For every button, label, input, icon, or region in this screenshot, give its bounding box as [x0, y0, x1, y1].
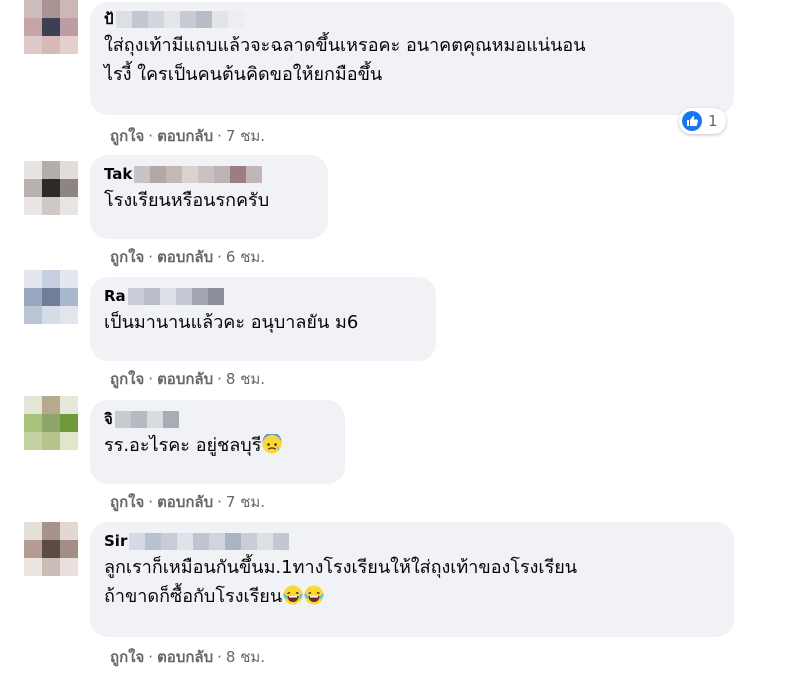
redacted-name: [134, 166, 263, 183]
reply-button[interactable]: ตอบกลับ: [157, 248, 213, 266]
commenter-name[interactable]: Ra: [104, 286, 422, 306]
thumbs-up-icon: [682, 111, 702, 131]
reply-button[interactable]: ตอบกลับ: [157, 370, 213, 388]
comment-actions: ถูกใจ · ตอบกลับ · 7 ชม.: [110, 127, 266, 145]
anxious-face-icon: [262, 434, 282, 454]
commenter-name[interactable]: Sir: [104, 531, 720, 551]
comment-text: ใส่ถุงเท้ามีแถบแล้วจะฉลาดขึ้นเหรอคะ อนาค…: [104, 35, 586, 85]
comment-actions: ถูกใจ · ตอบกลับ · 8 ชม.: [110, 370, 266, 388]
timestamp[interactable]: 8 ชม.: [226, 370, 265, 388]
redacted-name: [127, 288, 224, 305]
comment-text: รร.อะไรคะ อยู่ชลบุรี: [104, 431, 331, 460]
comment-text: เป็นมานานแล้วคะ อนุบาลยัน ม6: [104, 312, 359, 333]
comment-bubble: Tak โรงเรียนหรือนรกครับ: [90, 155, 328, 239]
comment-bubble: จิ รร.อะไรคะ อยู่ชลบุรี: [90, 400, 345, 484]
commenter-name[interactable]: ป้: [104, 9, 720, 29]
comment-actions: ถูกใจ · ตอบกลับ · 8 ชม.: [110, 648, 266, 666]
comment-text: โรงเรียนหรือนรกครับ: [104, 190, 270, 211]
comment-actions: ถูกใจ · ตอบกลับ · 6 ชม.: [110, 248, 266, 266]
timestamp[interactable]: 8 ชม.: [226, 648, 265, 666]
comment-text: ลูกเราก็เหมือนกันขึ้นม.1ทางโรงเรียนให้ใส…: [104, 557, 578, 607]
redacted-name: [114, 411, 179, 428]
comment-bubble: ป้ ใส่ถุงเท้ามีแถบแล้วจะฉลาดขึ้นเหรอคะ อ…: [90, 2, 734, 115]
like-button[interactable]: ถูกใจ: [110, 370, 144, 388]
redacted-name: [129, 533, 290, 550]
like-button[interactable]: ถูกใจ: [110, 248, 144, 266]
avatar[interactable]: [24, 0, 78, 54]
timestamp[interactable]: 7 ชม.: [226, 493, 265, 511]
like-button[interactable]: ถูกใจ: [110, 493, 144, 511]
comment-bubble: Sir ลูกเราก็เหมือนกันขึ้นม.1ทางโรงเรียนใ…: [90, 522, 734, 637]
timestamp[interactable]: 6 ชม.: [226, 248, 265, 266]
avatar[interactable]: [24, 270, 78, 324]
crying-laughing-face-icon: [304, 585, 325, 605]
avatar[interactable]: [24, 161, 78, 215]
redacted-name: [115, 11, 244, 28]
crying-laughing-face-icon: [283, 585, 304, 605]
comment-actions: ถูกใจ · ตอบกลับ · 7 ชม.: [110, 493, 266, 511]
reaction-count[interactable]: 1: [679, 108, 726, 134]
comment-bubble: Ra เป็นมานานแล้วคะ อนุบาลยัน ม6: [90, 277, 436, 361]
reply-button[interactable]: ตอบกลับ: [157, 493, 213, 511]
commenter-name[interactable]: Tak: [104, 164, 314, 184]
reply-button[interactable]: ตอบกลับ: [157, 648, 213, 666]
avatar[interactable]: [24, 396, 78, 450]
like-button[interactable]: ถูกใจ: [110, 648, 144, 666]
reply-button[interactable]: ตอบกลับ: [157, 127, 213, 145]
like-button[interactable]: ถูกใจ: [110, 127, 144, 145]
timestamp[interactable]: 7 ชม.: [226, 127, 265, 145]
avatar[interactable]: [24, 522, 78, 576]
commenter-name[interactable]: จิ: [104, 409, 331, 429]
